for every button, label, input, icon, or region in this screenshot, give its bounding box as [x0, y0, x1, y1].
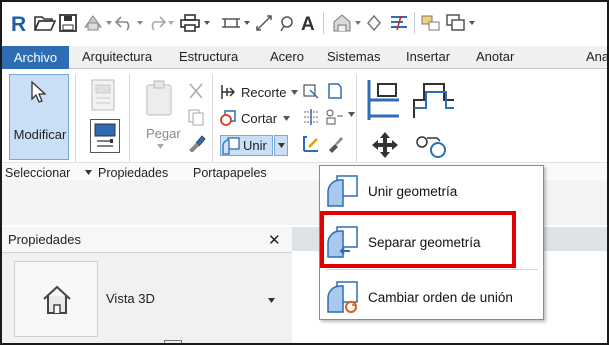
close-hidden-icon[interactable]: [420, 12, 442, 34]
house-icon: [41, 284, 73, 316]
paint-icon[interactable]: [326, 82, 344, 100]
type-selector-value[interactable]: Vista 3D: [106, 291, 155, 306]
cut-icon[interactable]: [187, 82, 205, 100]
panel-divider: [75, 74, 76, 162]
type-preview: [14, 261, 98, 337]
close-icon[interactable]: ✕: [268, 231, 281, 249]
tab-acero[interactable]: Acero: [270, 49, 304, 64]
select-dropdown-icon[interactable]: [85, 170, 92, 175]
type-selector-dropdown-icon[interactable]: [268, 298, 275, 303]
cortar-label: Cortar: [241, 110, 278, 126]
save-icon[interactable]: [58, 12, 78, 34]
3d-view-dropdown-icon[interactable]: [354, 12, 362, 34]
cursor-arrow-icon: [30, 81, 46, 103]
svg-text:R: R: [11, 13, 26, 34]
properties-title: Propiedades: [8, 232, 81, 247]
menu-item-label: Cambiar orden de unión: [368, 289, 513, 305]
measure-dropdown-icon[interactable]: [243, 12, 251, 34]
cut-geometry-icon: [220, 110, 236, 126]
join-icon: [222, 136, 240, 155]
toolbar-divider: [323, 12, 324, 34]
tab-archivo[interactable]: Archivo: [2, 46, 69, 69]
recorte-label: Recorte: [241, 84, 287, 100]
join-button[interactable]: Unir: [220, 135, 273, 156]
dimension-icon[interactable]: [254, 12, 274, 34]
3d-view-icon[interactable]: [331, 12, 353, 34]
tab-sistemas[interactable]: Sistemas: [327, 49, 380, 64]
recorte-dropdown-icon: [290, 89, 298, 95]
print-dropdown-icon[interactable]: [203, 12, 211, 34]
section-icon[interactable]: [364, 12, 384, 34]
quick-access-toolbar: R A: [2, 2, 607, 46]
panel-divider: [356, 74, 357, 162]
tab-arquitectura[interactable]: Arquitectura: [82, 49, 152, 64]
type-properties-icon[interactable]: [89, 78, 119, 112]
undo-icon[interactable]: [115, 12, 135, 34]
panel-select-label[interactable]: Seleccionar: [5, 166, 70, 180]
open-icon[interactable]: [34, 12, 56, 34]
demolish-dropdown-icon[interactable]: [348, 112, 355, 117]
switch-windows-dropdown-icon[interactable]: [468, 12, 476, 34]
measure-icon[interactable]: [220, 12, 242, 34]
text-icon[interactable]: A: [299, 12, 319, 34]
join-geometry-icon: [327, 175, 358, 207]
svg-text:A: A: [301, 14, 315, 33]
panel-clipboard-label: Portapapeles: [193, 166, 267, 180]
thin-lines-icon[interactable]: [388, 12, 410, 34]
sync-icon[interactable]: [82, 12, 104, 34]
paste-label[interactable]: Pegar: [146, 126, 181, 141]
offset-icon[interactable]: [411, 78, 455, 122]
modify-button[interactable]: Modificar: [9, 74, 69, 160]
split-face-icon[interactable]: [302, 82, 320, 100]
paste-icon[interactable]: [143, 79, 177, 119]
highlight-box: [320, 211, 516, 268]
copy-icon[interactable]: [187, 108, 205, 126]
wall-joins-icon[interactable]: [302, 108, 320, 126]
redo-icon[interactable]: [146, 12, 166, 34]
app-window: R A Archivo Arquitectura Estructura Acer…: [0, 0, 609, 345]
print-icon[interactable]: [179, 12, 201, 34]
move-icon[interactable]: [370, 130, 400, 160]
tag-icon[interactable]: [277, 12, 297, 34]
unir-label: Unir: [243, 138, 267, 153]
linework-icon[interactable]: [302, 135, 320, 153]
menu-item-label: Unir geometría: [368, 183, 458, 199]
panel-divider: [212, 74, 213, 162]
align-icon[interactable]: [366, 78, 406, 122]
panel-properties-label: Propiedades: [98, 166, 169, 180]
properties-palette-header: Propiedades ✕: [2, 227, 292, 253]
join-dropdown-arrow[interactable]: [274, 135, 288, 156]
demolish-icon[interactable]: [324, 108, 346, 126]
tab-anotar[interactable]: Anotar: [476, 49, 514, 64]
tab-analizar[interactable]: Ana: [586, 49, 607, 64]
properties-palette-body: Vista 3D: [2, 253, 292, 343]
paint-brush-icon[interactable]: [326, 135, 344, 153]
modify-label: Modificar: [13, 127, 67, 142]
tab-estructura[interactable]: Estructura: [179, 49, 238, 64]
paste-dropdown-icon[interactable]: [157, 144, 164, 149]
cope-icon: [221, 85, 236, 99]
menu-item-switch-join-order[interactable]: Cambiar orden de unión: [320, 276, 543, 318]
undo-dropdown-icon[interactable]: [136, 12, 144, 34]
panel-divider: [129, 74, 130, 162]
menu-separator: [326, 269, 538, 270]
toolbar-divider: [414, 12, 415, 34]
match-type-icon[interactable]: [187, 134, 207, 152]
menu-item-join-geometry[interactable]: Unir geometría: [320, 170, 543, 212]
switch-join-order-icon: [327, 281, 358, 313]
sync-dropdown-icon[interactable]: [105, 12, 113, 34]
edit-type-icon[interactable]: [164, 340, 182, 343]
cortar-dropdown-icon: [283, 115, 291, 121]
revit-logo-icon[interactable]: R: [10, 12, 28, 34]
switch-windows-icon[interactable]: [445, 12, 467, 34]
redo-dropdown-icon[interactable]: [167, 12, 175, 34]
copy-element-icon[interactable]: [414, 130, 450, 160]
properties-button[interactable]: [90, 119, 120, 153]
tab-insertar[interactable]: Insertar: [406, 49, 450, 64]
